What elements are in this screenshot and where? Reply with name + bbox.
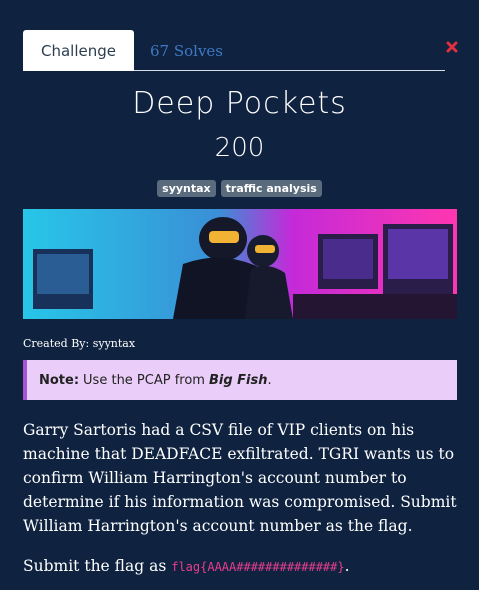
flag-suffix: . <box>344 557 350 575</box>
challenge-title: Deep Pockets <box>132 86 347 121</box>
tab-challenge[interactable]: Challenge <box>23 30 134 71</box>
challenge-points: 200 <box>214 133 265 163</box>
note-end: . <box>267 372 272 388</box>
flag-format: flag{AAAA##############} <box>171 560 345 574</box>
challenge-tabs: Challenge 67 Solves <box>23 30 445 71</box>
note-box: Note: Use the PCAP from Big Fish . <box>23 360 457 400</box>
tag-author: syyntax <box>157 180 216 197</box>
flag-prefix: Submit the flag as <box>23 557 167 575</box>
tab-solves[interactable]: 67 Solves <box>150 30 223 71</box>
flag-instructions: Submit the flag as flag{AAAA############… <box>23 554 350 579</box>
note-text: Use the PCAP from <box>83 372 205 388</box>
created-by: Created By: syyntax <box>23 337 136 350</box>
note-label: Note: <box>39 372 80 388</box>
note-ref: Big Fish <box>208 372 268 388</box>
challenge-description: Garry Sartoris had a CSV file of VIP cli… <box>23 421 457 535</box>
challenge-banner-image <box>23 209 457 319</box>
tag-list: syyntax traffic analysis <box>0 180 479 197</box>
close-icon[interactable] <box>446 41 458 53</box>
tag-category: traffic analysis <box>220 180 322 197</box>
